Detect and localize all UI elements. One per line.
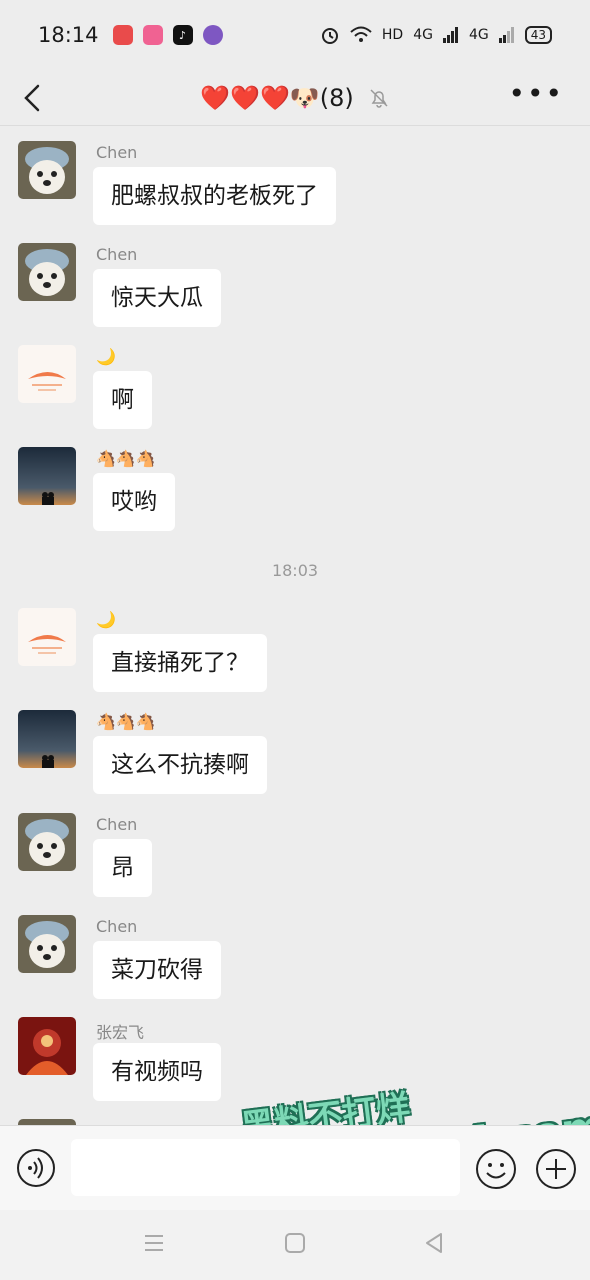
message-bubble[interactable]: 啊 xyxy=(93,371,152,429)
dog-avatar[interactable] xyxy=(18,243,76,301)
sender-name: Chen xyxy=(96,143,138,162)
night-sky-avatar[interactable] xyxy=(18,710,76,768)
status-bar: 18:14 ♪ HD 4G 4G 43 xyxy=(0,0,590,70)
chevron-left-icon[interactable] xyxy=(18,80,48,116)
signal-icon xyxy=(442,27,458,43)
group-name: ❤️❤️❤️🐶(8) xyxy=(200,83,354,112)
chat-title: ❤️❤️❤️🐶(8) xyxy=(200,84,390,112)
night-sky-avatar[interactable] xyxy=(18,447,76,505)
dog-avatar[interactable] xyxy=(18,813,76,871)
sender-name: 🐴🐴🐴 xyxy=(96,712,156,731)
message-list[interactable]: Chen 肥螺叔叔的老板死了 Chen 惊天大瓜 🌙 啊 🐴🐴🐴 哎哟 18:0… xyxy=(0,127,590,1125)
sender-name: Chen xyxy=(96,815,138,834)
network-sub-2: 4G xyxy=(468,27,489,43)
message-bubble[interactable]: 有视频吗 xyxy=(93,1043,221,1101)
voice-input-icon[interactable] xyxy=(16,1148,56,1188)
status-time: 18:14 xyxy=(38,23,99,47)
message-bubble[interactable]: 惊天大瓜 xyxy=(93,269,221,327)
message-input[interactable] xyxy=(71,1139,460,1196)
tiktok-icon: ♪ xyxy=(172,25,193,45)
status-indicators: HD 4G 4G 43 xyxy=(320,25,552,45)
notification-app-icon xyxy=(202,25,223,45)
alarm-icon xyxy=(321,28,338,44)
chat-header: ❤️❤️❤️🐶(8) ••• xyxy=(0,70,590,126)
menu-icon[interactable] xyxy=(143,1232,165,1254)
time-divider: 18:03 xyxy=(271,561,319,580)
more-options-button[interactable]: ••• xyxy=(508,80,564,108)
message-bubble[interactable]: 昂 xyxy=(93,839,152,897)
input-bar xyxy=(0,1125,590,1210)
message-bubble[interactable]: 肥螺叔叔的老板死了 xyxy=(93,167,336,225)
network-sub: 4G xyxy=(413,27,433,43)
dog-avatar[interactable] xyxy=(18,915,76,973)
bell-off-icon xyxy=(370,88,388,108)
sender-name: Chen xyxy=(96,245,138,264)
notification-app-icon xyxy=(142,25,163,45)
sunset-avatar[interactable] xyxy=(18,608,76,666)
notification-app-icon xyxy=(112,25,133,45)
sunset-avatar[interactable] xyxy=(18,345,76,403)
sender-name: Chen xyxy=(96,917,138,936)
back-icon[interactable] xyxy=(423,1232,445,1254)
system-navigation-bar xyxy=(0,1210,590,1280)
network-label: HD xyxy=(381,27,404,43)
sender-name: 🌙 xyxy=(96,610,116,629)
message-bubble[interactable]: 这么不抗揍啊 xyxy=(93,736,267,794)
message-bubble[interactable]: 菜刀砍得 xyxy=(93,941,221,999)
home-icon[interactable] xyxy=(284,1232,306,1254)
plus-icon[interactable] xyxy=(535,1148,577,1190)
message-bubble[interactable]: 直接捅死了？ xyxy=(93,634,267,692)
signal-icon xyxy=(498,27,514,43)
dog-avatar[interactable] xyxy=(18,141,76,199)
wifi-icon xyxy=(350,26,372,42)
sender-name: 🌙 xyxy=(96,347,116,366)
sender-name: 张宏飞 xyxy=(96,1023,145,1042)
message-bubble[interactable]: 哎哟 xyxy=(93,473,175,531)
battery-indicator: 43 xyxy=(524,26,552,44)
emoji-icon[interactable] xyxy=(475,1148,517,1190)
sender-name: 🐴🐴🐴 xyxy=(96,449,156,468)
red-art-avatar[interactable] xyxy=(18,1017,76,1075)
